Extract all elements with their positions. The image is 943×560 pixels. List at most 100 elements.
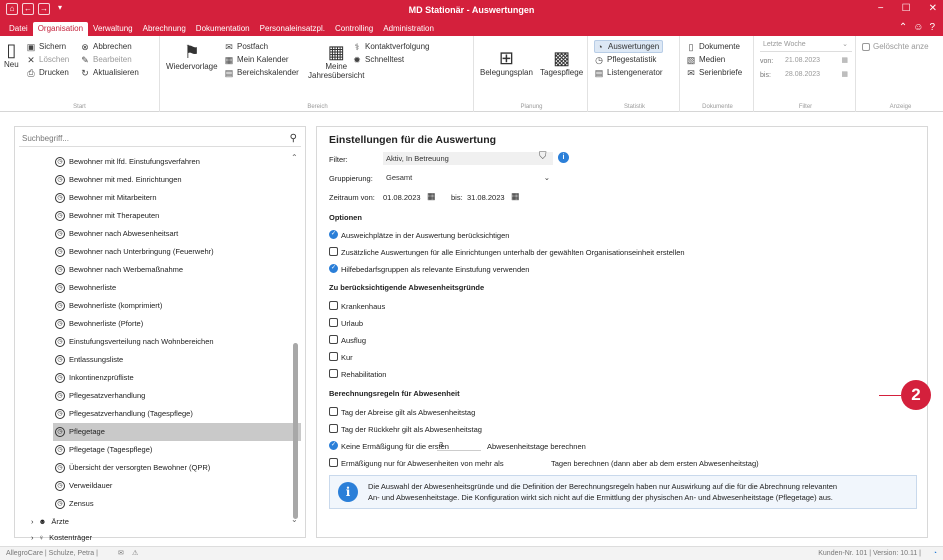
report-label: Bewohnerliste (Pforte) (69, 319, 144, 328)
belegungsplan-button[interactable]: ⊞ Belegungsplan (480, 48, 533, 77)
report-list-item[interactable]: ◷ Zensus (55, 495, 94, 513)
listengenerator-button[interactable]: ▤ Listengenerator (594, 66, 663, 79)
user-icon[interactable]: ☺ (913, 22, 923, 33)
sync-icon[interactable]: ◔ (933, 547, 937, 560)
tab-dokumentation[interactable]: Dokumentation (191, 22, 255, 36)
scroll-down-icon[interactable]: ⌄ (291, 515, 298, 524)
schnelltest-button[interactable]: ✹ Schnelltest (352, 53, 430, 66)
filter-icon[interactable]: ⛉ (539, 151, 547, 162)
tab-abrechnung[interactable]: Abrechnung (138, 22, 191, 36)
tab-datei[interactable]: Datei (4, 22, 33, 36)
zeitraum-von-field[interactable]: 01.08.2023 (383, 193, 421, 202)
opts-checkbox[interactable] (329, 230, 338, 239)
close-icon[interactable]: ✕ (929, 3, 937, 14)
print-button[interactable]: ⎙ Drucken (26, 66, 69, 79)
maximize-icon[interactable]: ☐ (902, 3, 911, 14)
report-list-item[interactable]: ◷ Bewohner nach Unterbringung (Feuerwehr) (55, 243, 214, 261)
bis-date-field[interactable]: 28.08.2023 ▦ (782, 70, 850, 82)
ribbon-group-label-dokumente: Dokumente (702, 104, 733, 110)
report-list-item[interactable]: ◷ Bewohner nach Abwesenheitsart (55, 225, 178, 243)
filter-field[interactable]: Aktiv, In Betreuung (383, 152, 553, 165)
search-icon[interactable]: ⚲ (290, 131, 297, 147)
report-list-item[interactable]: ◷ Bewohnerliste (komprimiert) (55, 297, 162, 315)
save-button[interactable]: ▣ Sichern (26, 40, 69, 53)
serienbriefe-button[interactable]: ✉ Serienbriefe (686, 66, 742, 79)
tab-personaleinsatzplanung[interactable]: Personaleinsatzpl. (255, 22, 330, 36)
scroll-up-icon[interactable]: ⌃ (291, 153, 298, 162)
mein-kalender-button[interactable]: ▦ Mein Kalender (224, 53, 299, 66)
gruppierung-select[interactable]: Gesamt ⌄ (383, 171, 553, 184)
abw-checkbox[interactable] (329, 318, 338, 327)
status-bar: AllegroCare | Schulze, Petra | ✉ ⚠ Kunde… (0, 546, 943, 560)
abw-checkbox[interactable] (329, 369, 338, 378)
keine-ermaessigung-checkbox[interactable] (329, 441, 338, 450)
zeitraum-bis-field[interactable]: 31.08.2023 (467, 193, 505, 202)
regeln-checkbox[interactable] (329, 407, 338, 416)
tab-organisation[interactable]: Organisation (32, 22, 89, 36)
refresh-button[interactable]: ↻ Aktualisieren (80, 66, 139, 79)
edit-button[interactable]: ✎ Bearbeiten (80, 53, 139, 66)
calendar-icon[interactable]: ▦ (427, 191, 436, 202)
cancel-button[interactable]: ⊗ Abbrechen (80, 40, 139, 53)
abw-checkbox[interactable] (329, 335, 338, 344)
report-list-item[interactable]: ◷ Bewohnerliste (55, 279, 116, 297)
report-list-item[interactable]: ◷ Inkontinenzprüfliste (55, 369, 134, 387)
report-list-item[interactable]: ◷ Entlassungsliste (55, 351, 123, 369)
report-list-item[interactable]: ◷ Verweildauer (55, 477, 112, 495)
report-list-item[interactable]: ◷ Einstufungsverteilung nach Wohnbereiche… (55, 333, 214, 351)
pflegestatistik-button[interactable]: ◷ Pflegestatistik (594, 53, 663, 66)
dokumente-button[interactable]: ▯ Dokumente (686, 40, 742, 53)
scrollbar-thumb[interactable] (293, 343, 298, 519)
zeitraum-label: Zeitraum von: (329, 193, 375, 202)
opts-checkbox[interactable] (329, 247, 338, 256)
auswertungen-button[interactable]: ◔ Auswertungen (594, 40, 663, 53)
mail-icon[interactable]: ✉ (118, 547, 124, 560)
report-list-item[interactable]: ◷ Bewohner nach Werbemaßnahme (55, 261, 183, 279)
zeitraum-select[interactable]: Letzte Woche ⌄ (760, 40, 852, 52)
report-list-item[interactable]: ◷ Bewohner mit Therapeuten (55, 207, 159, 225)
info-icon[interactable]: i (558, 152, 569, 163)
scrollbar[interactable]: ⌃ ⌄ (291, 153, 299, 533)
von-date-field[interactable]: 21.08.2023 ▦ (782, 56, 850, 68)
medien-button[interactable]: ▧ Medien (686, 53, 742, 66)
report-list-item[interactable]: ◷ Bewohner mit Mitarbeitern (55, 189, 157, 207)
report-list-item[interactable]: ◷ Pflegesatzverhandlung (55, 387, 145, 405)
tab-administration[interactable]: Administration (378, 22, 439, 36)
report-list-item[interactable]: ◷ Pflegetage (53, 423, 301, 441)
opts-checkbox[interactable] (329, 264, 338, 273)
collapse-icon[interactable]: ⌃ (899, 22, 907, 33)
abw-checkbox[interactable] (329, 352, 338, 361)
new-button[interactable]: ▯ Neu (4, 40, 19, 69)
postfach-button[interactable]: ✉ Postfach (224, 40, 299, 53)
tab-verwaltung[interactable]: Verwaltung (88, 22, 138, 36)
ermaessigung-checkbox[interactable] (329, 458, 338, 467)
delete-button[interactable]: ✕ Löschen (26, 53, 69, 66)
kontaktverfolgung-button[interactable]: ⚕ Kontaktverfolgung (352, 40, 430, 53)
calendar-icon[interactable]: ▦ (511, 191, 520, 202)
regeln-checkbox[interactable] (329, 424, 338, 433)
help-icon[interactable]: ? (929, 22, 935, 33)
notification-icon[interactable]: ⚠ (132, 547, 138, 560)
geloeschte-checkbox[interactable]: Gelöschte anze (862, 40, 929, 53)
abw-label: Krankenhaus (341, 302, 386, 311)
refresh-label: Aktualisieren (93, 68, 139, 77)
ermaessigung-input[interactable] (501, 456, 545, 468)
report-list-item[interactable]: ◷ Pflegetage (Tagespflege) (55, 441, 152, 459)
report-list-item[interactable]: ◷ Bewohnerliste (Pforte) (55, 315, 143, 333)
minimize-icon[interactable]: − (878, 3, 884, 14)
report-list-item[interactable]: ◷ Bewohner mit med. Einrichtungen (55, 171, 182, 189)
bereichskalender-button[interactable]: ▤ Bereichskalender (224, 66, 299, 79)
abw-checkbox[interactable] (329, 301, 338, 310)
tab-controlling[interactable]: Controlling (330, 22, 378, 36)
chart-icon: ◔ (597, 41, 603, 52)
wiedervorlage-button[interactable]: ⚑ Wiedervorlage (166, 42, 218, 71)
search-input[interactable]: Suchbegriff... ⚲ (19, 131, 301, 147)
report-list-item[interactable]: ◷ Pflegesatzverhandlung (Tagespflege) (55, 405, 193, 423)
keine-ermaessigung-input[interactable]: 3 (437, 439, 481, 451)
report-list-item[interactable]: ◷ Bewohner mit lfd. Einstufungsverfahren (55, 153, 200, 171)
ribbon-group-filter: Letzte Woche ⌄ von: 21.08.2023 ▦ bis: 28.0… (756, 36, 856, 112)
report-list-item[interactable]: ◷ Übersicht der versorgten Bewohner (QPR) (55, 459, 210, 477)
tagespflege-button[interactable]: ▩ Tagespflege (540, 48, 583, 77)
app-title: MD Stationär - Auswertungen (408, 5, 535, 15)
report-label: Bewohner mit Mitarbeitern (69, 193, 157, 202)
